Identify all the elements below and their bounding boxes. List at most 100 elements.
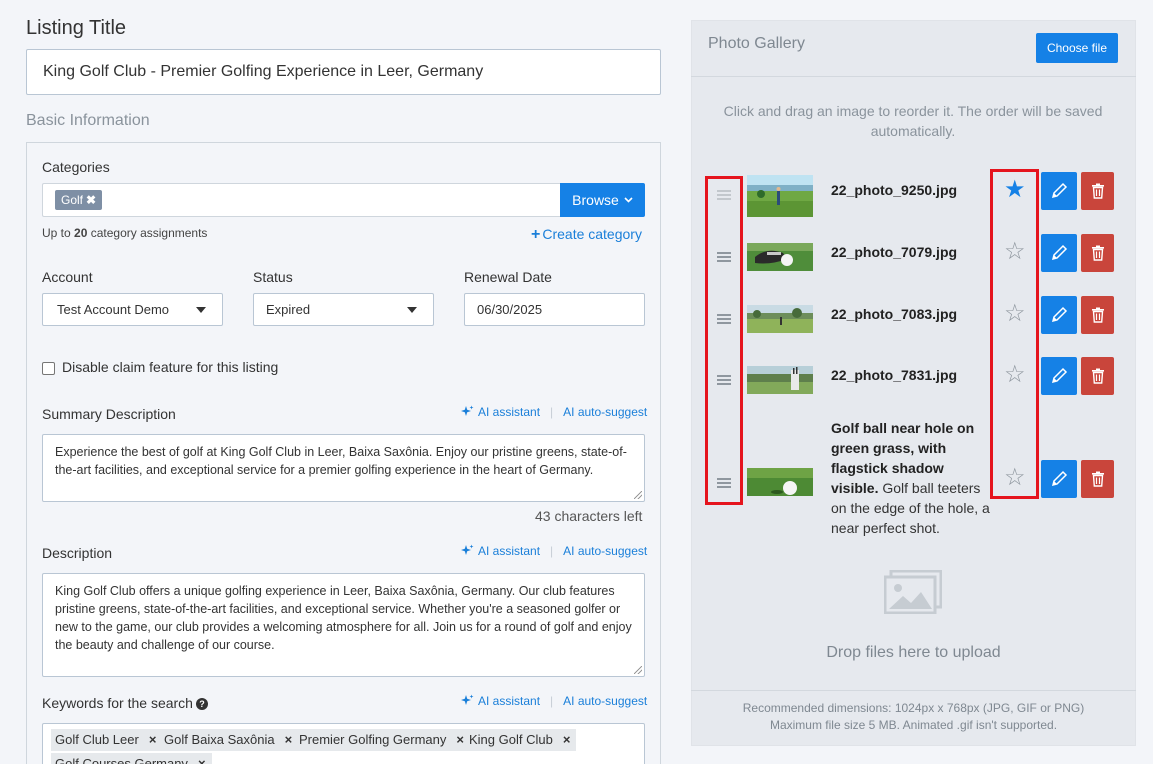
plus-icon: + bbox=[531, 226, 541, 243]
pencil-icon bbox=[1051, 306, 1068, 323]
photo-filename: 22_photo_7079.jpg bbox=[831, 244, 958, 260]
photo-thumbnail bbox=[747, 175, 813, 217]
description-text: King Golf Club offers a unique golfing e… bbox=[55, 584, 632, 652]
renewal-date-input[interactable]: 06/30/2025 bbox=[464, 293, 645, 326]
edit-photo-button[interactable] bbox=[1041, 357, 1077, 395]
drop-zone-text[interactable]: Drop files here to upload bbox=[691, 644, 1136, 662]
separator: | bbox=[550, 694, 554, 708]
chevron-down-icon bbox=[624, 197, 633, 203]
trash-icon bbox=[1091, 245, 1104, 261]
keyword-tag-text: Golf Club Leer bbox=[55, 732, 139, 747]
browse-categories-button[interactable]: Browse bbox=[560, 183, 645, 217]
drag-handle-icon[interactable] bbox=[717, 190, 731, 200]
summary-textarea[interactable]: Experience the best of golf at King Golf… bbox=[42, 434, 645, 502]
disable-claim-checkbox[interactable] bbox=[42, 362, 55, 375]
star-outline-icon[interactable]: ☆ bbox=[1004, 466, 1026, 490]
star-outline-icon[interactable]: ☆ bbox=[1004, 240, 1026, 264]
keyword-remove-icon[interactable]: × bbox=[456, 732, 464, 747]
description-ai-assistant-link[interactable]: AI assistant bbox=[478, 544, 540, 558]
separator: | bbox=[550, 544, 554, 558]
summary-ai-autosuggest-link[interactable]: AI auto-suggest bbox=[563, 405, 647, 419]
star-outline-icon[interactable]: ☆ bbox=[1004, 363, 1026, 387]
status-value: Expired bbox=[266, 302, 311, 317]
drag-handle-icon[interactable] bbox=[717, 314, 731, 324]
edit-photo-button[interactable] bbox=[1041, 460, 1077, 498]
delete-photo-button[interactable] bbox=[1081, 172, 1114, 210]
categories-label: Categories bbox=[42, 159, 110, 175]
keyword-remove-icon[interactable]: × bbox=[149, 732, 157, 747]
summary-chars-left: 43 characters left bbox=[535, 508, 643, 524]
delete-photo-button[interactable] bbox=[1081, 296, 1114, 334]
upload-requirements: Recommended dimensions: 1024px x 768px (… bbox=[691, 700, 1136, 734]
limit-prefix: Up to bbox=[42, 226, 75, 240]
pencil-icon bbox=[1051, 244, 1068, 261]
category-tag-remove-icon[interactable]: ✖ bbox=[86, 193, 96, 207]
sparkle-icon bbox=[461, 544, 474, 555]
categories-field[interactable] bbox=[42, 183, 560, 217]
account-value: Test Account Demo bbox=[57, 302, 169, 317]
featured-star-icon[interactable]: ★ bbox=[1004, 178, 1026, 202]
summary-label: Summary Description bbox=[42, 406, 176, 422]
separator: | bbox=[550, 405, 554, 419]
photo-thumbnail bbox=[747, 243, 813, 285]
keyword-tag: Golf Baixa Saxônia × bbox=[160, 729, 299, 751]
keywords-ai-autosuggest-link[interactable]: AI auto-suggest bbox=[563, 694, 647, 708]
photo-filename: 22_photo_7083.jpg bbox=[831, 306, 958, 322]
description-label: Description bbox=[42, 545, 113, 561]
keywords-ai-assistant-link[interactable]: AI assistant bbox=[478, 694, 540, 708]
help-icon[interactable]: ? bbox=[195, 698, 208, 710]
recommended-dimensions: Recommended dimensions: 1024px x 768px (… bbox=[742, 701, 1085, 715]
trash-icon bbox=[1091, 471, 1104, 487]
pencil-icon bbox=[1051, 367, 1068, 384]
photo-caption: Golf ball near hole on green grass, with… bbox=[831, 418, 993, 538]
edit-photo-button[interactable] bbox=[1041, 234, 1077, 272]
drag-handles-highlight bbox=[705, 176, 743, 505]
reorder-instructions: Click and drag an image to reorder it. T… bbox=[723, 103, 1103, 139]
sparkle-icon bbox=[461, 405, 474, 416]
keywords-ai-tools: AI assistant | AI auto-suggest bbox=[460, 694, 647, 708]
keywords-label-text: Keywords for the search bbox=[42, 695, 193, 711]
choose-file-button[interactable]: Choose file bbox=[1036, 33, 1118, 63]
category-tag-golf: Golf ✖ bbox=[55, 190, 103, 210]
listing-title-input[interactable] bbox=[26, 49, 661, 95]
account-select[interactable]: Test Account Demo bbox=[42, 293, 223, 326]
keyword-tag-text: King Golf Club bbox=[469, 732, 553, 747]
resize-handle-icon[interactable] bbox=[634, 491, 642, 499]
drag-handle-icon[interactable] bbox=[717, 252, 731, 262]
edit-photo-button[interactable] bbox=[1041, 296, 1077, 334]
divider bbox=[691, 690, 1136, 691]
description-ai-autosuggest-link[interactable]: AI auto-suggest bbox=[563, 544, 647, 558]
summary-ai-assistant-link[interactable]: AI assistant bbox=[478, 405, 540, 419]
delete-photo-button[interactable] bbox=[1081, 234, 1114, 272]
pencil-icon bbox=[1051, 182, 1068, 199]
description-ai-tools: AI assistant | AI auto-suggest bbox=[460, 544, 647, 558]
max-file-size: Maximum file size 5 MB. Animated .gif is… bbox=[769, 718, 1058, 732]
delete-photo-button[interactable] bbox=[1081, 357, 1114, 395]
edit-photo-button[interactable] bbox=[1041, 172, 1077, 210]
status-select[interactable]: Expired bbox=[253, 293, 434, 326]
create-category-link[interactable]: + Create category bbox=[531, 226, 642, 244]
keyword-remove-icon[interactable]: × bbox=[285, 732, 293, 747]
basic-info-heading: Basic Information bbox=[26, 112, 150, 129]
keyword-tag-text: Golf Courses Germany bbox=[55, 756, 188, 764]
photo-gallery-title: Photo Gallery bbox=[708, 35, 805, 52]
keyword-tag-text: Golf Baixa Saxônia bbox=[164, 732, 275, 747]
photo-thumbnail bbox=[747, 366, 813, 394]
category-tag-text: Golf bbox=[61, 193, 84, 207]
divider bbox=[691, 76, 1136, 77]
status-label: Status bbox=[253, 269, 293, 285]
feature-stars-highlight bbox=[990, 169, 1039, 499]
keyword-tag: Golf Courses Germany × bbox=[51, 753, 212, 764]
caret-down-icon bbox=[196, 307, 206, 313]
keyword-remove-icon[interactable]: × bbox=[563, 732, 571, 747]
description-textarea[interactable]: King Golf Club offers a unique golfing e… bbox=[42, 573, 645, 677]
drag-handle-icon[interactable] bbox=[717, 478, 731, 488]
delete-photo-button[interactable] bbox=[1081, 460, 1114, 498]
keyword-remove-icon[interactable]: × bbox=[198, 756, 206, 764]
drag-handle-icon[interactable] bbox=[717, 375, 731, 385]
summary-ai-tools: AI assistant | AI auto-suggest bbox=[460, 405, 647, 419]
browse-label: Browse bbox=[572, 192, 619, 208]
photo-thumbnail bbox=[747, 468, 813, 496]
resize-handle-icon[interactable] bbox=[634, 666, 642, 674]
star-outline-icon[interactable]: ☆ bbox=[1004, 302, 1026, 326]
